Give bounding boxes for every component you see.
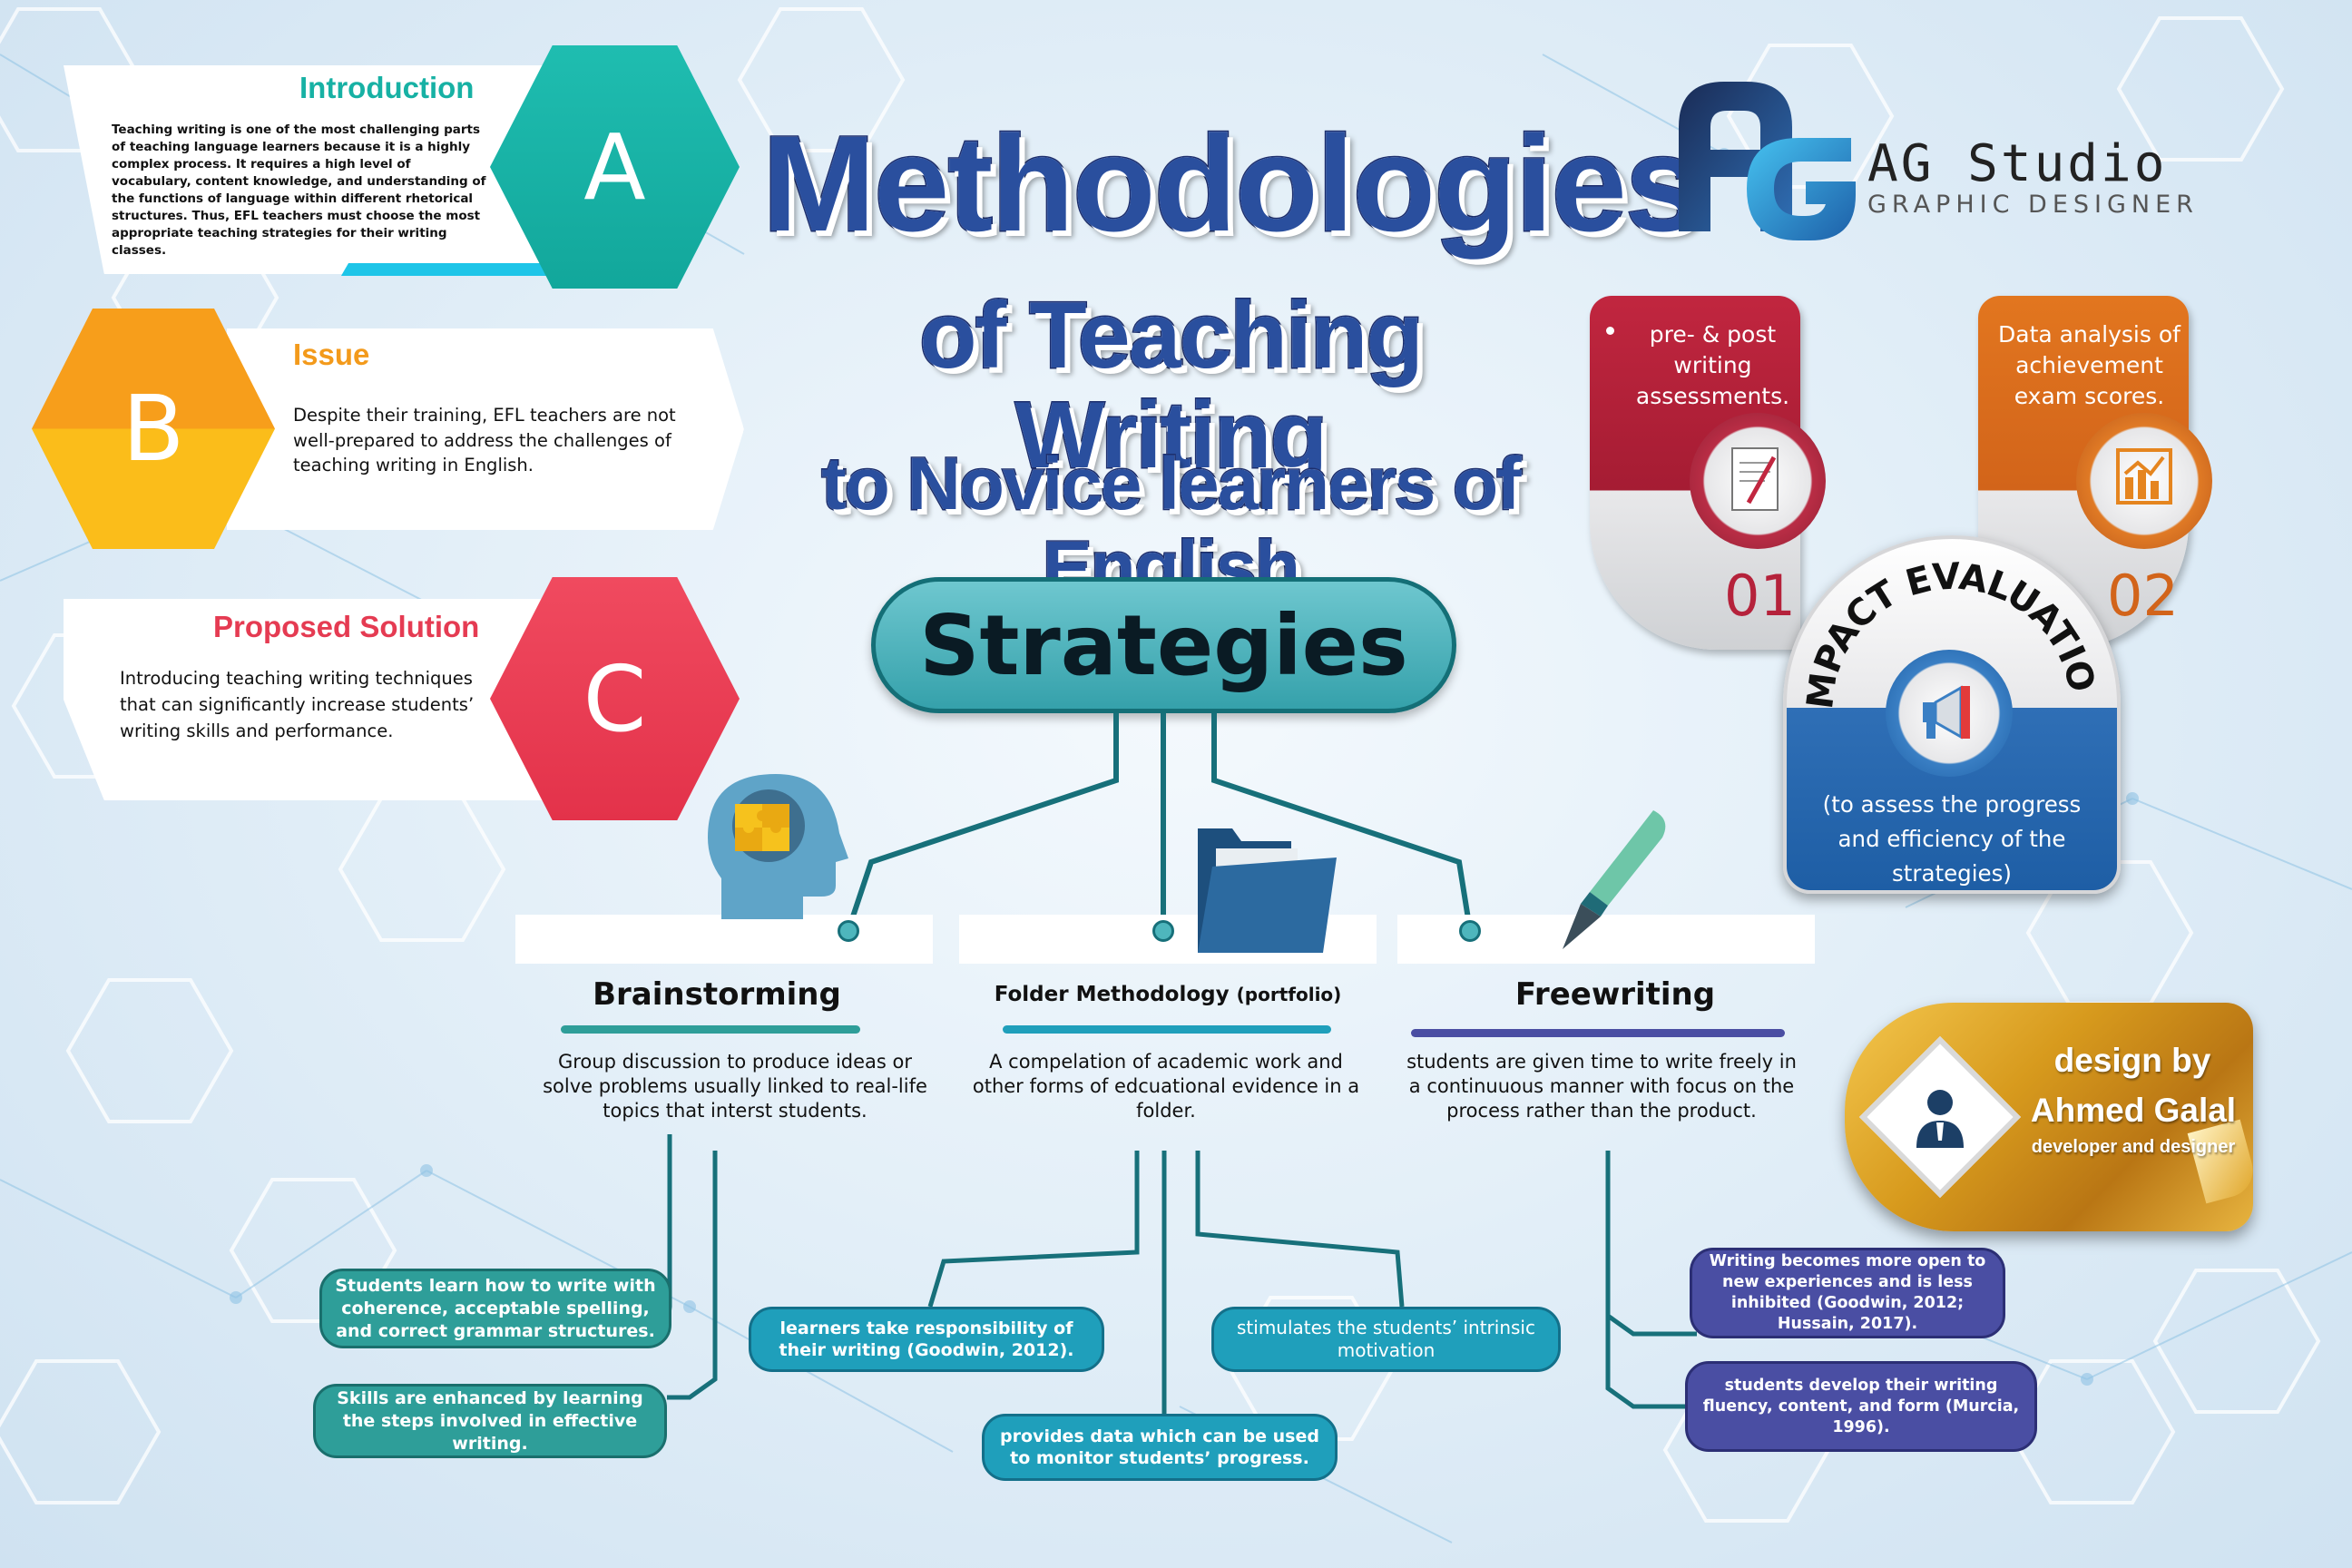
folder-dot [1152, 920, 1174, 942]
folder-note-2: provides data which can be used to monit… [982, 1414, 1338, 1481]
folder-underline [1003, 1025, 1331, 1034]
avatar-icon [1916, 1090, 1964, 1148]
folder-title-main: Folder Methodology [994, 983, 1230, 1006]
credit-name: Ahmed Galal [2030, 1092, 2237, 1129]
brainstorming-title: Brainstorming [593, 976, 841, 1013]
folder-icon [1198, 828, 1337, 953]
brain-puzzle-icon [708, 774, 848, 919]
brainstorming-bar [515, 915, 933, 964]
credit-role: developer and designer [2031, 1137, 2236, 1157]
fountain-pen-icon [1563, 810, 1666, 949]
freewriting-note-1: Writing becomes more open to new experie… [1690, 1248, 2005, 1338]
freewriting-dot [1459, 920, 1481, 942]
freewriting-underline [1411, 1029, 1785, 1037]
folder-note-1: learners take responsibility of their wr… [749, 1307, 1104, 1372]
brainstorming-dot [838, 920, 859, 942]
brainstorming-note-2: Skills are enhanced by learning the step… [313, 1384, 667, 1458]
brainstorming-description: Group discussion to produce ideas or sol… [543, 1051, 927, 1122]
brainstorming-underline [561, 1025, 860, 1034]
freewriting-description: students are given time to write freely … [1406, 1051, 1797, 1122]
infographic-poster: Introduction Teaching writing is one of … [0, 0, 2352, 1568]
freewriting-title: Freewriting [1514, 976, 1716, 1013]
folder-title-suffix: (portfolio) [1236, 984, 1342, 1005]
folder-title: Folder Methodology (portfolio) [959, 983, 1377, 1006]
freewriting-note-2: students develop their writing fluency, … [1685, 1361, 2037, 1452]
folder-description: A compelation of academic work and other… [972, 1051, 1360, 1122]
credit-label: design by [2053, 1042, 2211, 1079]
brainstorming-note-1: Students learn how to write with coheren… [319, 1269, 671, 1348]
folder-note-3: stimulates the students’ intrinsic motiv… [1211, 1307, 1561, 1372]
